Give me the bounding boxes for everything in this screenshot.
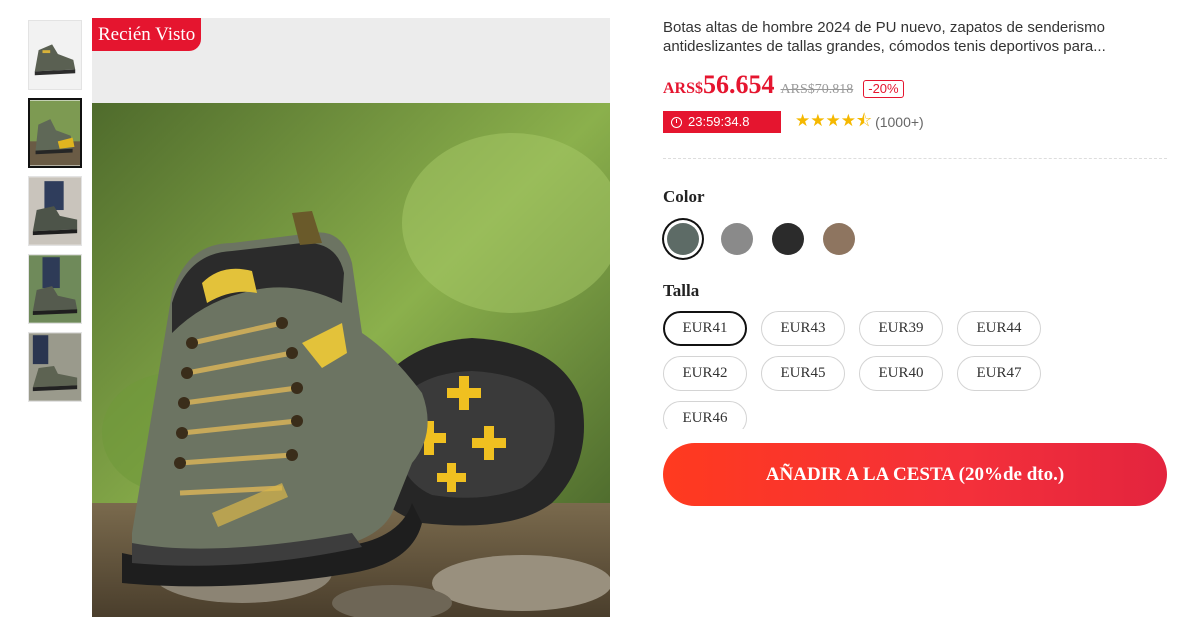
size-label: Talla — [663, 281, 700, 300]
thumbnail-1[interactable] — [28, 20, 82, 90]
boot-thumbnail-image — [29, 333, 81, 401]
size-option-eur46[interactable]: EUR46 — [663, 401, 747, 429]
boot-thumbnail-image — [29, 21, 81, 89]
clock-icon — [671, 116, 682, 128]
color-label: Color — [663, 187, 705, 206]
main-product-image[interactable] — [92, 18, 610, 617]
discount-badge: -20% — [863, 80, 904, 98]
price-row: ARS$ 56.654 ARS$70.818 -20% — [663, 70, 1167, 100]
countdown-timer: 23:59:34.8 — [663, 111, 781, 133]
boot-thumbnail-image — [29, 177, 81, 245]
add-to-cart-button[interactable]: AÑADIR A LA CESTA (20%de dto.) — [663, 443, 1167, 506]
currency-symbol: ARS$ — [663, 80, 704, 97]
thumbnail-5[interactable] — [28, 332, 82, 402]
product-title[interactable]: Botas altas de hombre 2024 de PU nuevo, … — [663, 18, 1167, 58]
color-swatch-brown[interactable] — [823, 223, 855, 255]
thumbnail-3[interactable] — [28, 176, 82, 246]
thumbnail-2[interactable] — [28, 98, 82, 168]
color-swatches — [663, 219, 1167, 259]
rating-stars-icon[interactable]: ★★★★⯪ — [795, 108, 872, 137]
size-option-eur47[interactable]: EUR47 — [957, 356, 1041, 391]
product-info-panel: Botas altas de hombre 2024 de PU nuevo, … — [663, 18, 1167, 506]
hiking-boot-photo — [92, 103, 610, 617]
color-swatch-olive-gray[interactable] — [667, 223, 699, 255]
size-option-eur41[interactable]: EUR41 — [663, 311, 747, 346]
countdown-value: 23:59:34.8 — [688, 114, 750, 129]
divider — [663, 158, 1167, 159]
rating-count[interactable]: (1000+) — [875, 114, 924, 130]
size-option-eur45[interactable]: EUR45 — [761, 356, 845, 391]
thumbnail-4[interactable] — [28, 254, 82, 324]
size-option-eur43[interactable]: EUR43 — [761, 311, 845, 346]
recently-viewed-badge: Recién Visto — [92, 18, 202, 51]
size-option-eur40[interactable]: EUR40 — [859, 356, 943, 391]
original-price: ARS$70.818 — [780, 82, 854, 97]
current-price: 56.654 — [703, 70, 775, 99]
color-swatch-gray[interactable] — [721, 223, 753, 255]
size-option-eur39[interactable]: EUR39 — [859, 311, 943, 346]
size-options: EUR41 EUR43 EUR39 EUR44 EUR42 EUR45 EUR4… — [663, 311, 1083, 429]
meta-row: 23:59:34.8 ★★★★⯪ (1000+) — [663, 110, 1167, 134]
size-option-eur42[interactable]: EUR42 — [663, 356, 747, 391]
size-option-eur44[interactable]: EUR44 — [957, 311, 1041, 346]
boot-thumbnail-image — [30, 100, 80, 166]
color-swatch-black[interactable] — [772, 223, 804, 255]
thumbnail-strip — [28, 20, 84, 410]
boot-thumbnail-image — [29, 255, 81, 323]
